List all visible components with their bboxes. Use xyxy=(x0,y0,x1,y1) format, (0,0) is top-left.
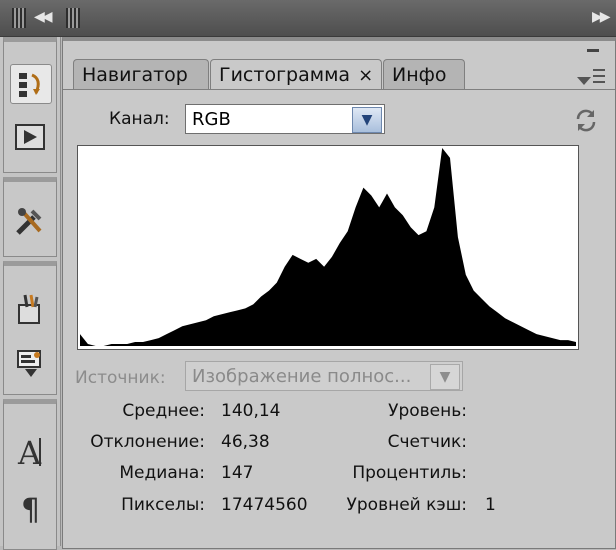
collapse-left-icon[interactable]: ◀◀ xyxy=(34,9,52,25)
cache-level-label: Уровней кэш: xyxy=(346,495,467,515)
tool-group-1 xyxy=(3,37,57,173)
panel-grip-icon[interactable] xyxy=(66,8,80,28)
history-button[interactable] xyxy=(10,64,52,104)
tab-info-label: Инфо xyxy=(392,63,447,86)
chevron-down-icon[interactable]: ▼ xyxy=(352,107,382,133)
tool-strip: A ¶ xyxy=(0,37,61,550)
brushes-button[interactable] xyxy=(10,290,50,328)
tool-group-4: A ¶ xyxy=(3,399,57,550)
tab-close-icon[interactable]: × xyxy=(358,65,373,86)
tab-histogram[interactable]: Гистограмма × xyxy=(210,59,382,90)
tab-divider xyxy=(63,89,615,90)
tool-presets-icon xyxy=(16,208,42,235)
tool-presets-button[interactable] xyxy=(10,202,50,240)
channel-select[interactable]: RGB ▼ xyxy=(185,104,385,134)
svg-text:A: A xyxy=(17,434,42,468)
pixels-value: 17474560 xyxy=(221,495,308,515)
median-label: Медиана: xyxy=(119,463,205,483)
histogram-area xyxy=(80,148,576,346)
channel-label: Канал: xyxy=(109,109,170,129)
actions-button[interactable] xyxy=(10,118,50,156)
clone-source-button[interactable] xyxy=(10,344,50,382)
std-dev-value: 46,38 xyxy=(221,432,270,452)
clone-source-icon xyxy=(17,350,41,377)
channel-value: RGB xyxy=(192,108,231,130)
history-icon xyxy=(19,73,40,97)
panel-menu-button[interactable] xyxy=(575,47,605,93)
std-dev-label: Отклонение: xyxy=(90,432,205,452)
percentile-label: Процентиль: xyxy=(352,463,467,483)
character-icon: A xyxy=(17,434,42,468)
histogram-chart xyxy=(77,145,579,350)
tab-navigator[interactable]: Навигатор xyxy=(73,59,209,89)
tool-group-3 xyxy=(3,261,57,395)
brushes-icon xyxy=(18,294,40,324)
tab-navigator-label: Навигатор xyxy=(82,63,188,86)
cache-level-value: 1 xyxy=(485,495,496,515)
median-value: 147 xyxy=(221,463,254,483)
panel-menu-icon xyxy=(577,49,605,85)
actions-play-icon xyxy=(15,124,45,150)
tab-histogram-label: Гистограмма xyxy=(219,64,351,86)
source-label: Источник: xyxy=(75,368,166,388)
left-grip-icon[interactable] xyxy=(12,8,26,28)
svg-text:¶: ¶ xyxy=(21,493,40,524)
refresh-button[interactable] xyxy=(573,107,599,137)
pixels-label: Пикселы: xyxy=(121,495,205,515)
mean-label: Среднее: xyxy=(122,401,205,421)
source-value: Изображение полнос... xyxy=(192,365,412,387)
paragraph-icon: ¶ xyxy=(21,493,40,524)
tool-group-2 xyxy=(3,177,57,257)
level-label: Уровень: xyxy=(388,401,467,421)
expand-right-icon[interactable]: ▶▶ xyxy=(592,9,610,25)
histogram-panel: Навигатор Гистограмма × Инфо Канал: RGB … xyxy=(62,37,616,549)
paragraph-button[interactable]: ¶ xyxy=(10,488,50,526)
refresh-icon xyxy=(576,109,596,132)
mean-value: 140,14 xyxy=(221,401,281,421)
source-chevron-down-icon[interactable]: ▼ xyxy=(430,364,460,390)
histogram-graph xyxy=(80,148,576,346)
tab-info[interactable]: Инфо xyxy=(383,59,465,89)
character-button[interactable]: A xyxy=(10,432,50,470)
top-bar: ◀◀ ▶▶ xyxy=(0,0,616,37)
count-label: Счетчик: xyxy=(387,432,467,452)
source-select[interactable]: Изображение полнос... ▼ xyxy=(185,361,463,391)
